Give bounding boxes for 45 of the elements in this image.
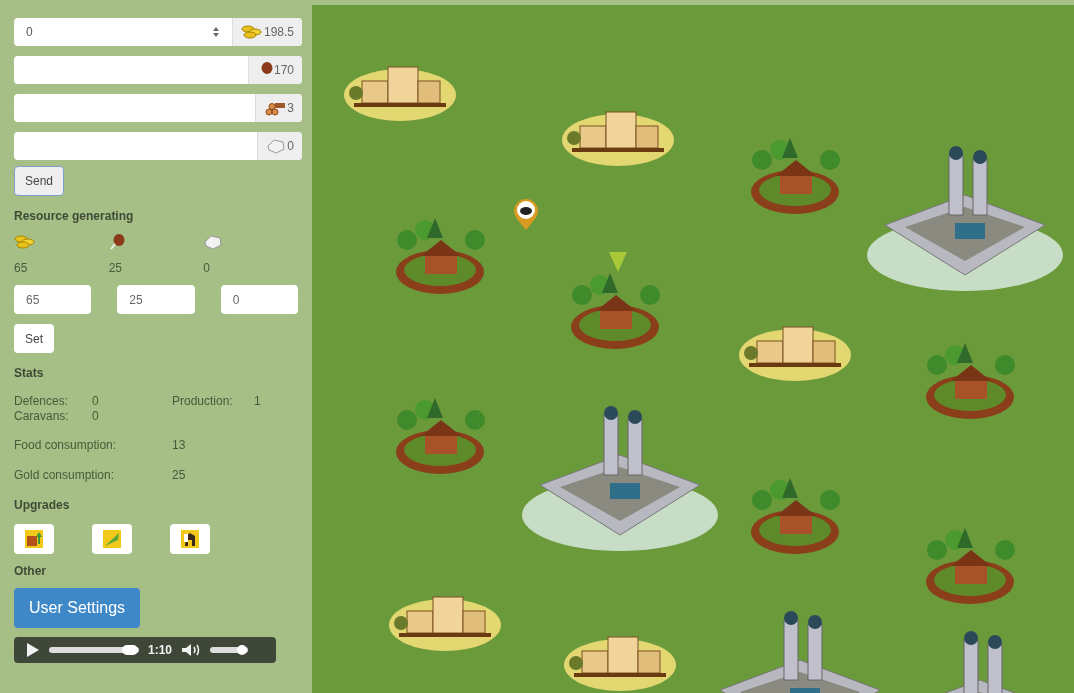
set-button[interactable]: Set: [14, 324, 54, 353]
map-pin-icon[interactable]: [512, 197, 540, 231]
stone-icon: [266, 138, 287, 154]
progress-slider[interactable]: [49, 647, 139, 653]
field-upgrade-icon: [103, 530, 121, 548]
coins-icon: [14, 235, 36, 249]
stat-value: 0: [92, 394, 100, 409]
resource-stock-label: 3: [255, 94, 302, 122]
stat-label: Gold consumption:: [14, 467, 116, 484]
playback-time: 1:10: [148, 642, 173, 659]
stat-value: 0: [92, 409, 100, 424]
generation-rate: 25: [108, 260, 123, 277]
rate-input-field[interactable]: 65: [14, 285, 92, 314]
user-settings-button[interactable]: User Settings: [14, 588, 141, 628]
stat-value: 25: [172, 467, 187, 484]
section-heading: Upgrades: [14, 497, 71, 514]
amount-input-field[interactable]: 0: [14, 18, 232, 46]
resource-stock-label: 170: [247, 56, 302, 84]
resource-stock-label: 198.5: [231, 18, 302, 46]
rate-input-field[interactable]: 25: [117, 285, 195, 314]
stat-label: Production:: [172, 394, 234, 409]
send-button[interactable]: Send: [14, 166, 65, 196]
section-heading: Stats: [14, 365, 45, 382]
stat-label: Defences:: [14, 394, 70, 409]
upgrade-button[interactable]: [170, 524, 210, 554]
resource-stock-label: 0: [257, 132, 302, 160]
spinner-arrows-icon[interactable]: [211, 26, 220, 38]
stat-label: Caravans:: [14, 409, 70, 424]
rate-input-field[interactable]: 0: [220, 285, 298, 314]
logs-icon: [264, 100, 287, 116]
generation-rate: 65: [14, 260, 29, 277]
play-icon[interactable]: [26, 643, 40, 657]
triangle-marker-icon: [608, 251, 628, 273]
stat-value: 13: [172, 437, 187, 454]
generation-rate: 0: [203, 260, 211, 277]
volume-slider[interactable]: [210, 647, 249, 653]
stat-value: 1: [254, 394, 262, 409]
section-heading: Resource generating: [14, 208, 135, 225]
coins-icon: [240, 25, 263, 39]
fence-upgrade-icon: [25, 530, 43, 548]
stat-label: Food consumption:: [14, 437, 118, 454]
section-heading: Other: [14, 563, 47, 580]
stone-icon: [203, 234, 224, 250]
horse-upgrade-icon: [181, 530, 199, 548]
speaker-icon[interactable]: [181, 643, 202, 657]
